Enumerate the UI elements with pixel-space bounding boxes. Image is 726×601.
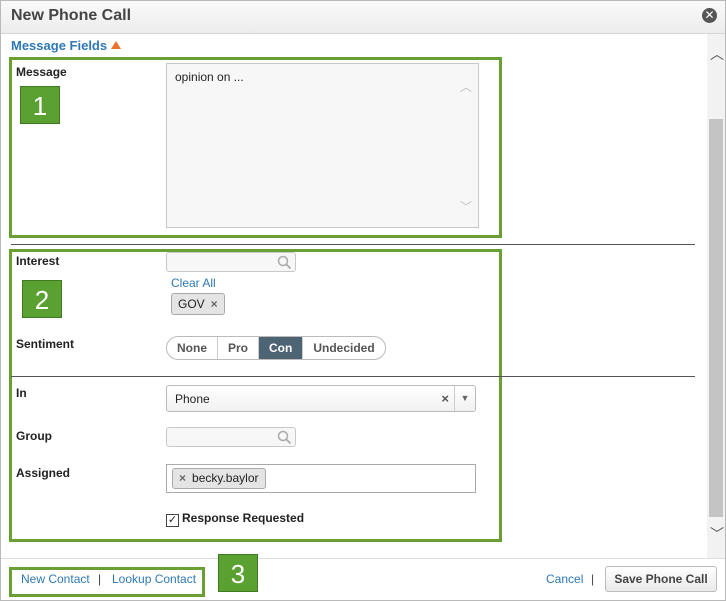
sentiment-option-pro[interactable]: Pro: [217, 337, 258, 359]
section-divider: [11, 244, 695, 245]
dialog-footer: New Contact | Lookup Contact 3 Cancel | …: [1, 554, 725, 600]
footer-separator-2: |: [591, 572, 595, 586]
in-select[interactable]: Phone × ▼: [166, 385, 476, 412]
scroll-down-icon[interactable]: ﹀: [710, 524, 724, 544]
in-label: In: [16, 386, 27, 400]
textarea-scroll-down-icon[interactable]: ﹀: [460, 198, 472, 215]
search-icon: [277, 255, 292, 270]
sentiment-option-undecided[interactable]: Undecided: [302, 337, 384, 359]
section-divider-2: [11, 376, 695, 377]
dropdown-arrow-icon[interactable]: ▼: [454, 386, 475, 411]
message-label: Message: [16, 65, 67, 79]
dialog-title: New Phone Call: [11, 7, 132, 24]
group-search-input[interactable]: [166, 427, 296, 447]
new-contact-link[interactable]: New Contact: [21, 572, 90, 586]
save-phone-call-button[interactable]: Save Phone Call: [605, 566, 717, 592]
message-fields-toggle[interactable]: Message Fields: [11, 38, 122, 53]
textarea-scroll-up-icon[interactable]: ︿: [460, 78, 472, 95]
remove-tag-icon[interactable]: ×: [211, 297, 218, 311]
group-label: Group: [16, 429, 52, 443]
annotation-badge-2: 2: [22, 280, 62, 318]
sentiment-label: Sentiment: [16, 337, 75, 351]
cancel-link[interactable]: Cancel: [546, 572, 583, 586]
assigned-label: Assigned: [16, 466, 71, 480]
interest-label: Interest: [16, 254, 60, 268]
annotation-badge-3: 3: [218, 554, 258, 592]
remove-tag-icon[interactable]: ×: [179, 471, 186, 485]
scroll-up-icon[interactable]: ︿: [710, 44, 724, 64]
search-icon: [277, 430, 292, 445]
message-fields-label: Message Fields: [11, 38, 108, 53]
interest-search-input[interactable]: [166, 252, 296, 272]
assigned-input[interactable]: × becky.baylor: [166, 464, 476, 493]
clear-all-link[interactable]: Clear All: [171, 276, 216, 290]
in-select-value: Phone: [175, 392, 210, 406]
annotation-badge-1: 1: [20, 86, 60, 124]
scrollbar-thumb[interactable]: [709, 119, 723, 517]
interest-tag-label: GOV: [178, 297, 205, 311]
response-requested-checkbox[interactable]: ✓ Response Requested: [166, 511, 304, 527]
checkbox-check-icon[interactable]: ✓: [166, 514, 179, 527]
collapse-triangle-icon: [111, 41, 122, 49]
new-phone-call-dialog: New Phone Call ✕ Message Fields Message …: [0, 0, 726, 601]
clear-selection-icon[interactable]: ×: [441, 391, 449, 406]
dialog-titlebar: New Phone Call ✕: [1, 1, 725, 34]
assigned-tag-label: becky.baylor: [192, 471, 259, 485]
footer-separator: |: [98, 572, 102, 586]
lookup-contact-link[interactable]: Lookup Contact: [112, 572, 196, 586]
interest-tag: GOV ×: [171, 293, 225, 315]
dialog-content: Message Fields Message 1 opinion on ... …: [1, 34, 707, 558]
message-text: opinion on ...: [175, 70, 244, 84]
message-textarea[interactable]: opinion on ... ︿ ﹀: [166, 63, 479, 228]
sentiment-segmented-control: None Pro Con Undecided: [166, 336, 386, 360]
assigned-tag: × becky.baylor: [172, 468, 266, 489]
response-requested-label: Response Requested: [182, 511, 305, 525]
sentiment-option-con[interactable]: Con: [258, 337, 303, 359]
close-icon[interactable]: ✕: [702, 8, 717, 23]
vertical-scrollbar[interactable]: ︿ ﹀: [707, 34, 725, 558]
sentiment-option-none[interactable]: None: [167, 337, 217, 359]
